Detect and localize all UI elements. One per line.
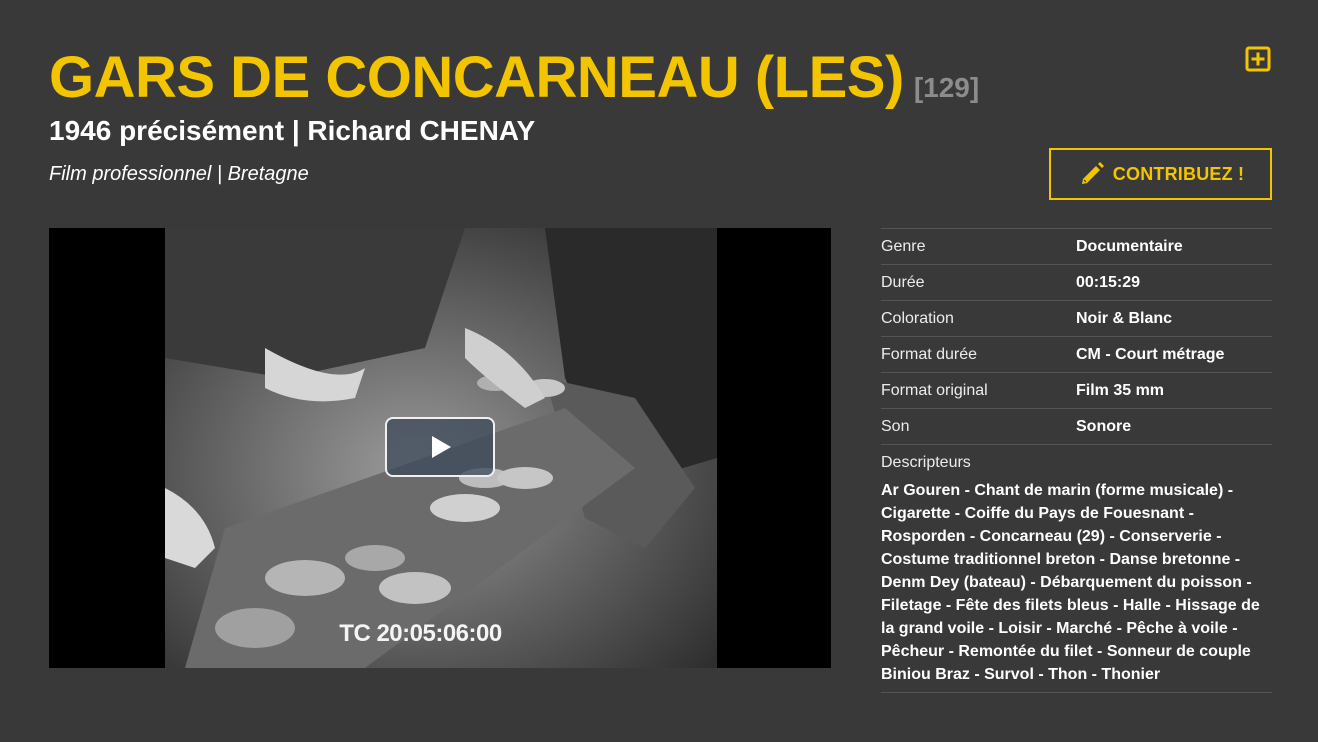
- metadata-row-son: Son Sonore: [881, 409, 1272, 445]
- descriptors-list[interactable]: Ar Gouren - Chant de marin (forme musica…: [881, 479, 1272, 686]
- video-player[interactable]: TC 20:05:06:00: [49, 228, 831, 668]
- metadata-row-coloration: Coloration Noir & Blanc: [881, 301, 1272, 337]
- metadata-label: Format durée: [881, 345, 978, 363]
- metadata-label: Coloration: [881, 309, 954, 327]
- reference-number: [129]: [913, 72, 980, 103]
- contribute-button[interactable]: CONTRIBUEZ !: [1049, 148, 1272, 200]
- page-title: GARS DE CONCARNEAU (LES): [49, 45, 904, 110]
- metadata-value: CM - Court métrage: [1076, 345, 1225, 363]
- metadata-value: 00:15:29: [1076, 273, 1141, 291]
- metadata-table: Genre Documentaire Durée 00:15:29 Colora…: [881, 228, 1272, 693]
- play-icon: [432, 436, 451, 458]
- metadata-value: Film 35 mm: [1076, 381, 1165, 399]
- metadata-row-format-duree: Format durée CM - Court métrage: [881, 337, 1272, 373]
- metadata-row-duree: Durée 00:15:29: [881, 265, 1272, 301]
- plus-square-icon: [1245, 46, 1271, 72]
- page-subtitle: 1946 précisément | Richard CHENAY: [49, 115, 536, 146]
- descriptors-label: Descripteurs: [881, 454, 971, 471]
- metadata-value: Sonore: [1076, 417, 1132, 435]
- metadata-row-format-original: Format original Film 35 mm: [881, 373, 1272, 409]
- metadata-label: Durée: [881, 273, 925, 291]
- title-row: GARS DE CONCARNEAU (LES) [129]: [49, 44, 979, 112]
- metadata-label: Son: [881, 417, 910, 435]
- metadata-label: Format original: [881, 381, 988, 399]
- timecode-overlay: TC 20:05:06:00: [339, 620, 502, 647]
- pencil-icon: [1081, 162, 1104, 184]
- metadata-value: Noir & Blanc: [1076, 309, 1173, 327]
- category-line: Film professionnel | Bretagne: [49, 163, 309, 185]
- add-button[interactable]: [1245, 46, 1271, 72]
- play-button[interactable]: [385, 417, 495, 477]
- descriptors-section: Descripteurs Ar Gouren - Chant de marin …: [881, 445, 1272, 693]
- metadata-value: Documentaire: [1076, 237, 1183, 255]
- metadata-label: Genre: [881, 237, 926, 255]
- contribute-label: CONTRIBUEZ !: [1112, 163, 1245, 184]
- metadata-row-genre: Genre Documentaire: [881, 229, 1272, 265]
